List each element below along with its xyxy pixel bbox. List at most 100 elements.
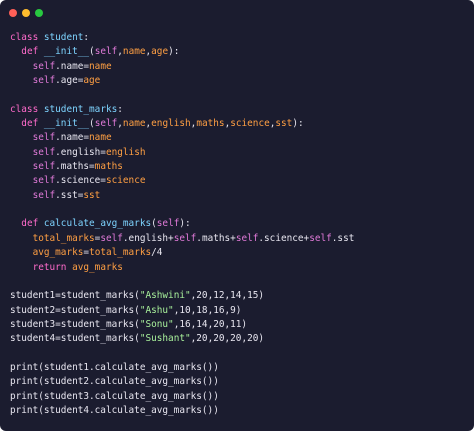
code-token: .science=: [55, 175, 106, 187]
code-token: "Sonu": [139, 318, 174, 330]
code-line: total_marks=self.english+self.maths+self…: [10, 232, 355, 246]
code-token: sst: [275, 118, 293, 130]
code-token: student1=student_marks(: [10, 290, 140, 302]
code-token: .sst: [331, 232, 355, 244]
code-token: student_marks: [43, 103, 118, 115]
code-token: __init__: [43, 46, 90, 58]
code-token: avg_marks: [32, 247, 84, 259]
code-line: return avg_marks: [10, 261, 354, 275]
code-line: self.maths=maths: [10, 160, 354, 174]
code-token: "Ashu": [139, 304, 174, 316]
code-token: self: [94, 118, 118, 130]
code-token: .age=: [55, 75, 84, 87]
code-line: self.english=english: [10, 146, 354, 160]
code-line: self.name=name: [10, 131, 354, 145]
code-line: self.sst=sst: [10, 189, 354, 203]
minimize-button[interactable]: [22, 9, 30, 17]
code-token: return: [32, 261, 73, 273]
code-line: def __init__(self,name,english,maths,sci…: [10, 117, 354, 131]
code-line: def __init__(self,name,age):: [10, 45, 354, 59]
code-token: .english+: [122, 232, 174, 244]
code-token: total_marks: [32, 232, 95, 244]
code-token: ,20,12,14,15): [190, 290, 265, 302]
window-titlebar: [0, 0, 474, 26]
code-token: print(student2.calculate_avg_marks()): [10, 376, 219, 388]
code-token: total_marks: [89, 247, 152, 259]
code-token: class: [10, 32, 44, 43]
code-line: class student_marks:: [10, 103, 354, 117]
code-token: student3=student_marks(: [10, 318, 140, 330]
code-block: class student: def __init__(self,name,ag…: [10, 31, 354, 418]
code-window: class student: def __init__(self,name,ag…: [0, 0, 474, 431]
code-token: ,10,18,16,9): [173, 304, 242, 316]
code-token: :: [83, 32, 90, 43]
code-line: self.science=science: [10, 174, 354, 188]
code-token: :: [117, 103, 123, 115]
code-token: ,20,20,20,20): [190, 333, 265, 345]
code-token: name: [89, 60, 112, 72]
code-token: age: [83, 75, 101, 87]
code-token: ):: [168, 46, 180, 58]
code-line: print(student4.calculate_avg_marks()): [10, 404, 354, 418]
code-token: name: [122, 118, 146, 130]
code-token: def: [21, 46, 44, 58]
code-token: print(student1.calculate_avg_marks()): [10, 361, 219, 373]
code-token: self: [32, 175, 56, 187]
code-token: .name=: [55, 132, 90, 144]
code-token: def: [21, 218, 44, 230]
code-token: student2=student_marks(: [10, 304, 140, 316]
code-token: self: [309, 232, 332, 244]
code-token: def: [21, 118, 44, 130]
code-token: "Sushant": [139, 333, 191, 345]
code-token: student: [43, 32, 84, 43]
code-line: self.name=name: [10, 60, 354, 74]
code-token: self: [156, 218, 180, 230]
code-token: /4: [151, 247, 163, 259]
code-token: ,16,14,20,11): [173, 318, 248, 330]
code-line: student4=student_marks("Sushant",20,20,2…: [10, 332, 354, 346]
code-token: maths: [94, 161, 123, 173]
code-line: student2=student_marks("Ashu",10,18,16,9…: [10, 304, 354, 318]
code-line: print(student2.calculate_avg_marks()): [10, 375, 354, 389]
code-token: self: [32, 189, 56, 201]
code-token: "Ashwini": [139, 290, 191, 302]
code-token: name: [122, 46, 146, 58]
code-token: english: [105, 146, 146, 158]
code-token: self: [32, 60, 56, 72]
code-token: ):: [292, 118, 304, 130]
code-line: student1=student_marks("Ashwini",20,12,1…: [10, 289, 354, 303]
code-token: age: [151, 46, 169, 58]
code-token: self: [32, 161, 56, 173]
code-line: self.age=age: [10, 74, 354, 88]
code-token: science: [105, 175, 146, 187]
code-token: sst: [83, 189, 101, 201]
code-line: def calculate_avg_marks(self):: [10, 217, 354, 231]
maximize-button[interactable]: [35, 9, 43, 17]
code-token: .science+: [258, 232, 310, 244]
code-token: science: [230, 118, 270, 130]
code-token: class: [10, 103, 44, 115]
code-token: calculate_avg_marks: [43, 218, 152, 230]
code-token: .maths+: [196, 232, 236, 244]
close-button[interactable]: [9, 9, 17, 17]
code-token: name: [89, 132, 112, 144]
code-line: class student:: [10, 31, 354, 45]
code-line: print(student3.calculate_avg_marks()): [10, 390, 354, 404]
code-token: self: [173, 232, 197, 244]
